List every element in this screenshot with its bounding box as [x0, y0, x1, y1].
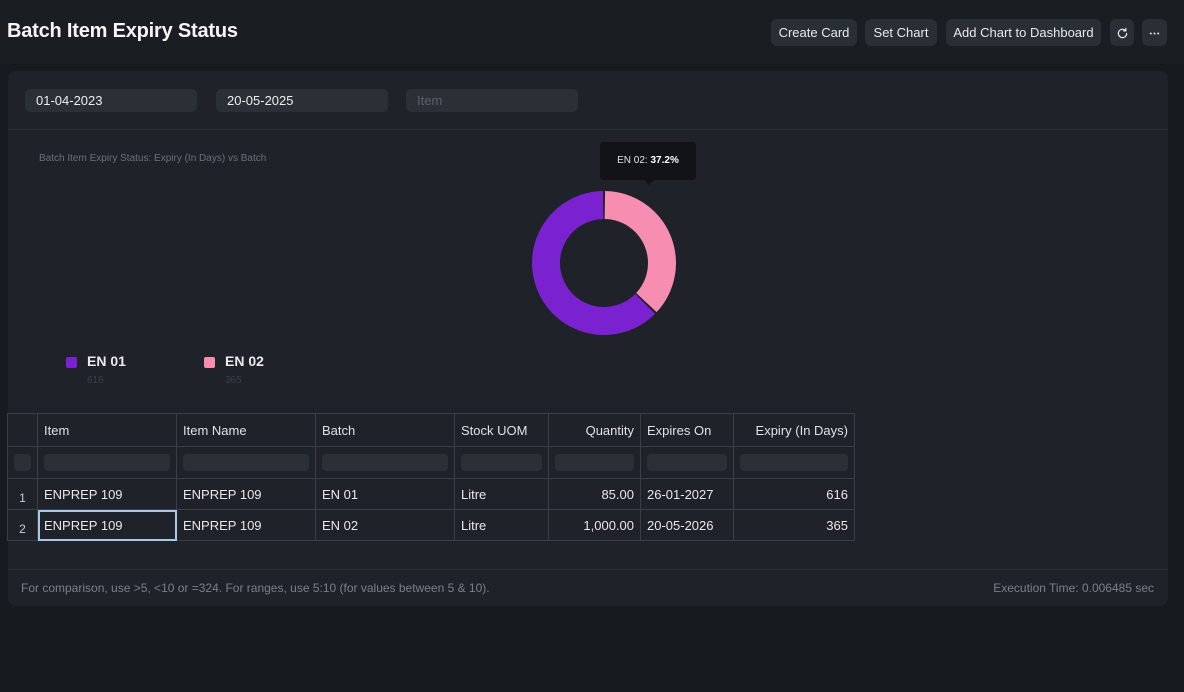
table-header-row: Item Item Name Batch Stock UOM Quantity … [7, 413, 855, 447]
footer-divider [8, 569, 1168, 570]
row-number: 2 [7, 509, 38, 541]
tooltip-value: 37.2% [650, 155, 679, 166]
column-filter-input[interactable] [183, 454, 309, 471]
cell-stock-uom[interactable]: Litre [454, 509, 549, 541]
filter-placeholder [14, 454, 31, 471]
column-filter-input[interactable] [322, 454, 448, 471]
column-header-batch[interactable]: Batch [315, 413, 455, 447]
filter-cell-expires-on[interactable] [640, 446, 734, 479]
chart-tooltip: EN 02: 37.2% [600, 142, 696, 180]
cell-quantity[interactable]: 85.00 [548, 478, 641, 510]
filter-cell-item[interactable] [37, 446, 177, 479]
column-filter-input[interactable] [555, 454, 634, 471]
data-table: Item Item Name Batch Stock UOM Quantity … [7, 413, 855, 541]
refresh-icon [1117, 27, 1127, 39]
row-number-header [7, 413, 38, 447]
cell-item[interactable]: ENPREP 109 [37, 478, 177, 510]
cell-expires-on[interactable]: 26-01-2027 [640, 478, 734, 510]
refresh-button[interactable] [1110, 19, 1134, 46]
row-number: 1 [7, 478, 38, 510]
create-card-button[interactable]: Create Card [771, 19, 857, 46]
column-header-item[interactable]: Item [37, 413, 177, 447]
column-filter-input[interactable] [44, 454, 170, 471]
column-filter-row [7, 446, 855, 479]
cell-expiry-days[interactable]: 616 [733, 478, 855, 510]
cell-expiry-days[interactable]: 365 [733, 509, 855, 541]
legend-swatch [66, 357, 77, 368]
donut-slice-en-02[interactable] [604, 191, 676, 313]
column-header-stock-uom[interactable]: Stock UOM [454, 413, 549, 447]
cell-batch[interactable]: EN 01 [315, 478, 455, 510]
column-filter-input[interactable] [740, 454, 848, 471]
column-header-expiry-days[interactable]: Expiry (In Days) [733, 413, 855, 447]
item-filter[interactable]: Item [406, 89, 578, 112]
legend-label: EN 01 [87, 353, 126, 369]
donut-chart[interactable] [527, 186, 681, 340]
report-card: 01-04-2023 20-05-2025 Item Batch Item Ex… [7, 71, 1168, 606]
filter-cell-stock-uom[interactable] [454, 446, 549, 479]
more-options-button[interactable] [1142, 19, 1167, 46]
filter-divider [8, 129, 1168, 130]
column-filter-input[interactable] [647, 454, 727, 471]
filter-cell-item-name[interactable] [176, 446, 316, 479]
set-chart-button[interactable]: Set Chart [865, 19, 937, 46]
filter-help-text: For comparison, use >5, <10 or =324. For… [21, 581, 490, 595]
cell-item-name[interactable]: ENPREP 109 [176, 509, 316, 541]
legend-swatch [204, 357, 215, 368]
filter-cell-quantity[interactable] [548, 446, 641, 479]
column-header-expires-on[interactable]: Expires On [640, 413, 734, 447]
chart-title: Batch Item Expiry Status: Expiry (In Day… [39, 153, 267, 164]
to-date-filter[interactable]: 20-05-2025 [216, 89, 388, 112]
cell-batch[interactable]: EN 02 [315, 509, 455, 541]
column-filter-input[interactable] [461, 454, 542, 471]
page-header: Batch Item Expiry Status Create Card Set… [0, 0, 1184, 64]
table-row[interactable]: 1 ENPREP 109 ENPREP 109 EN 01 Litre 85.0… [7, 478, 855, 510]
legend-value: 616 [87, 375, 104, 386]
cell-item-name[interactable]: ENPREP 109 [176, 478, 316, 510]
add-chart-to-dashboard-button[interactable]: Add Chart to Dashboard [946, 19, 1101, 46]
tooltip-label: EN 02: [617, 155, 648, 166]
page-title: Batch Item Expiry Status [7, 20, 238, 42]
cell-quantity[interactable]: 1,000.00 [548, 509, 641, 541]
legend-label: EN 02 [225, 353, 264, 369]
column-header-item-name[interactable]: Item Name [176, 413, 316, 447]
cell-stock-uom[interactable]: Litre [454, 478, 549, 510]
legend-value: 365 [225, 375, 242, 386]
column-header-quantity[interactable]: Quantity [548, 413, 641, 447]
cell-expires-on[interactable]: 20-05-2026 [640, 509, 734, 541]
from-date-filter[interactable]: 01-04-2023 [25, 89, 197, 112]
filter-cell-expiry-days[interactable] [733, 446, 855, 479]
more-icon [1149, 32, 1160, 35]
row-number-filter-cell [7, 446, 38, 479]
execution-time: Execution Time: 0.006485 sec [993, 581, 1154, 595]
table-row[interactable]: 2 ENPREP 109 ENPREP 109 EN 02 Litre 1,00… [7, 509, 855, 541]
cell-item-selected[interactable]: ENPREP 109 [37, 509, 177, 541]
tooltip-arrow [643, 179, 655, 185]
filter-cell-batch[interactable] [315, 446, 455, 479]
